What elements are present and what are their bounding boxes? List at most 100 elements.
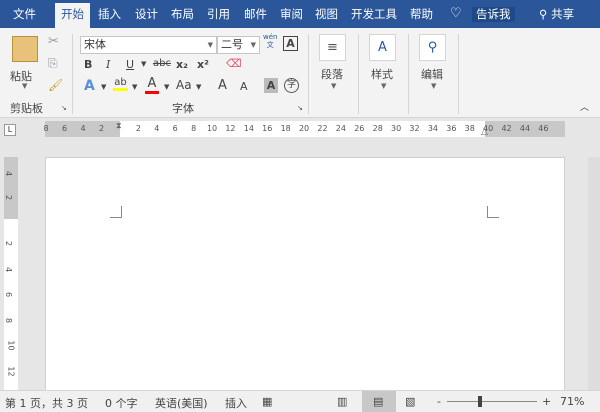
font-name-select[interactable]: 宋体 ▼ — [80, 36, 217, 54]
tab-layout[interactable]: 布局 — [167, 0, 198, 28]
paste-dropdown[interactable]: ▼ — [22, 82, 27, 90]
tab-home[interactable]: 开始 — [55, 3, 90, 28]
underline-dropdown[interactable]: ▼ — [141, 60, 146, 68]
paragraph-dropdown[interactable]: ▼ — [331, 82, 336, 90]
zoom-out-button[interactable]: - — [437, 395, 441, 408]
language[interactable]: 英语(美国) — [155, 395, 208, 411]
ruler-number: 4 — [154, 124, 160, 133]
font-color-dropdown[interactable]: ▼ — [164, 83, 169, 91]
vertical-scrollbar[interactable] — [588, 157, 600, 390]
person-icon: ⚲ — [539, 7, 552, 21]
change-case-dropdown[interactable]: ▼ — [196, 83, 201, 91]
highlight-button[interactable]: ab — [113, 77, 128, 91]
tab-review[interactable]: 审阅 — [276, 0, 307, 28]
ruler-number: 24 — [335, 124, 346, 133]
styles-button[interactable]: 样式 — [371, 66, 393, 82]
zoom-slider[interactable] — [447, 401, 537, 402]
tab-help[interactable]: 帮助 — [406, 0, 437, 28]
tell-me-search[interactable]: 告诉我 — [472, 7, 515, 22]
read-mode-button[interactable]: ▥ — [337, 395, 347, 408]
ruler-number: 12 — [225, 124, 236, 133]
font-size-select[interactable]: 二号 ▼ — [217, 36, 260, 54]
tab-selector[interactable]: L — [4, 124, 16, 136]
ruler-number: 2 — [4, 240, 14, 247]
phonetic-guide-button[interactable]: wén 文 — [263, 33, 277, 49]
copy-icon[interactable]: ⎘ — [48, 56, 58, 71]
ruler-number: 4 — [4, 266, 14, 272]
grow-font-button[interactable]: A — [218, 78, 227, 93]
italic-button[interactable]: I — [106, 58, 110, 71]
cut-icon[interactable]: ✂ — [48, 34, 59, 49]
editing-dropdown[interactable]: ▼ — [431, 82, 436, 90]
right-indent-marker[interactable]: △ — [481, 127, 488, 137]
ruler-number: 34 — [427, 124, 439, 133]
text-effects-button[interactable]: A — [84, 78, 95, 94]
zoom-slider-thumb[interactable] — [478, 396, 482, 407]
vertical-ruler[interactable]: 4 2 2 4 6 8 10 12 — [4, 157, 18, 390]
collapse-ribbon-icon[interactable]: ︿ — [580, 100, 589, 113]
character-shading-button[interactable]: A — [264, 78, 278, 93]
bold-button[interactable]: B — [84, 58, 92, 71]
strikethrough-button[interactable]: abc — [153, 58, 171, 69]
shrink-font-button[interactable]: A — [240, 80, 248, 93]
ruler-number: 20 — [298, 124, 310, 133]
superscript-button[interactable]: x² — [197, 58, 209, 71]
ruler-number: 44 — [519, 124, 531, 133]
ruler-number: 46 — [538, 124, 549, 133]
text-effects-dropdown[interactable]: ▼ — [101, 83, 106, 91]
underline-button[interactable]: U — [126, 58, 134, 71]
zoom-level[interactable]: 71% — [560, 395, 584, 408]
paragraph-button[interactable]: 段落 — [321, 66, 343, 82]
ruler-number: 26 — [354, 124, 365, 133]
clipboard-icon — [12, 36, 38, 62]
character-border-button[interactable]: A — [283, 36, 298, 51]
ruler-number: 12 — [6, 365, 16, 377]
horizontal-ruler[interactable]: 8 6 4 2 2 4 6 8 10 12 14 16 18 20 22 24 26 28 30 32 34 36 38 40… — [43, 121, 565, 137]
search-icon[interactable]: ⚲ — [419, 34, 446, 61]
font-group-label: 字体 — [172, 102, 194, 115]
ruler-number: 8 — [4, 317, 14, 323]
insert-mode[interactable]: 插入 — [225, 395, 247, 411]
tab-view[interactable]: 视图 — [311, 0, 342, 28]
paste-button[interactable]: 粘贴 — [10, 68, 32, 84]
page-count[interactable]: 第 1 页，共 3 页 — [5, 395, 88, 411]
format-painter-icon[interactable]: 🖌 — [48, 78, 63, 92]
ruler-number: 28 — [372, 124, 383, 133]
font-color-button[interactable]: A — [145, 76, 159, 94]
zoom-in-button[interactable]: + — [542, 395, 551, 408]
paragraph-icon[interactable]: ≡ — [319, 34, 346, 61]
tab-mailings[interactable]: 邮件 — [240, 0, 271, 28]
print-layout-button[interactable]: ▤ — [362, 391, 396, 412]
tab-developer[interactable]: 开发工具 — [347, 0, 401, 28]
ruler-number: 6 — [4, 291, 14, 298]
indent-marker[interactable]: ⧗ — [116, 121, 122, 131]
dialog-launcher-icon[interactable]: ↘ — [61, 104, 67, 112]
highlight-dropdown[interactable]: ▼ — [132, 83, 137, 91]
margin-corner — [487, 206, 499, 218]
tab-file[interactable]: 文件 — [9, 0, 40, 28]
ruler-number: 38 — [464, 124, 475, 133]
document-page[interactable] — [45, 157, 565, 390]
tab-insert[interactable]: 插入 — [94, 0, 125, 28]
font-dialog-launcher-icon[interactable]: ↘ — [297, 104, 303, 112]
ruler-number: 36 — [446, 124, 457, 133]
ruler-number: 10 — [6, 340, 16, 351]
styles-dropdown[interactable]: ▼ — [381, 82, 386, 90]
ruler-number: 2 — [4, 194, 14, 201]
ruler-number: 16 — [262, 124, 273, 133]
status-bar: 第 1 页，共 3 页 0 个字 英语(美国) 插入 ▦ ▥ ▤ ▧ - + 7… — [0, 390, 600, 412]
word-count[interactable]: 0 个字 — [105, 395, 138, 411]
ribbon-tabs: 文件 开始 插入 设计 布局 引用 邮件 审阅 视图 开发工具 帮助 ♡ 告诉我… — [0, 0, 600, 28]
clear-formatting-icon[interactable]: ⌫ — [226, 57, 242, 70]
subscript-button[interactable]: x₂ — [176, 58, 188, 71]
change-case-button[interactable]: Aa — [176, 78, 192, 92]
editing-button[interactable]: 编辑 — [421, 66, 443, 82]
styles-icon[interactable]: A — [369, 34, 396, 61]
share-button[interactable]: ⚲ 共享 — [535, 0, 578, 28]
ruler-number: 42 — [501, 124, 512, 133]
macro-icon[interactable]: ▦ — [262, 395, 272, 408]
tab-design[interactable]: 设计 — [131, 0, 162, 28]
web-layout-button[interactable]: ▧ — [405, 395, 415, 408]
tab-references[interactable]: 引用 — [203, 0, 234, 28]
enclose-characters-button[interactable]: 字 — [284, 78, 299, 93]
